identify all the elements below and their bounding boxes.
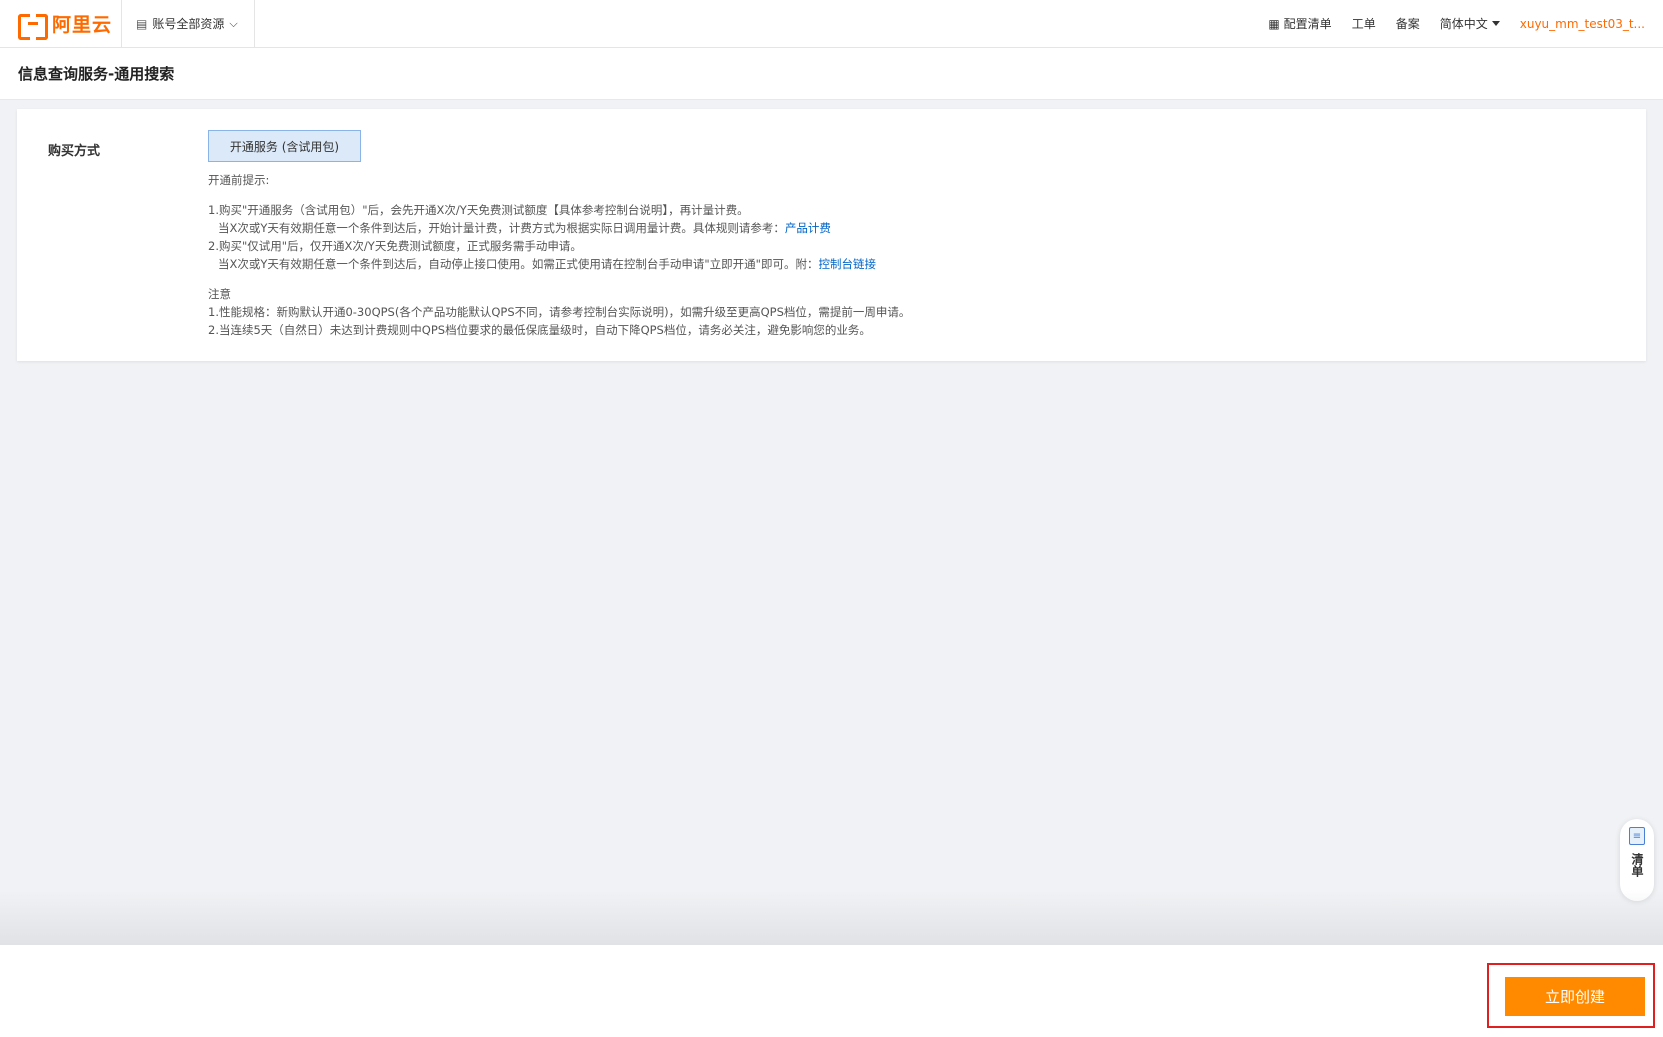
nav-icp-filing[interactable]: 备案	[1396, 15, 1420, 32]
top-right-nav: ▦ 配置清单 工单 备案 简体中文 xuyu_mm_test03_t...	[1248, 0, 1663, 48]
logo-text: 阿里云	[52, 14, 113, 36]
list-doc-icon: ≡	[1629, 827, 1645, 845]
console-link[interactable]: 控制台链接	[818, 257, 876, 271]
nav-icp-filing-label: 备案	[1395, 17, 1420, 31]
attention-heading: 注意	[208, 287, 231, 301]
page-title-bar: 信息查询服务-通用搜索	[0, 48, 1663, 100]
activation-notes: 开通前提示: 1.购买"开通服务（含试用包）"后，会先开通X次/Y天免费测试额度…	[208, 171, 910, 339]
floating-list-widget[interactable]: ≡ 清单	[1620, 819, 1654, 901]
purchase-method-label: 购买方式	[48, 144, 101, 159]
notes-line-4-text: 当X次或Y天有效期任意一个条件到达后，自动停止接口使用。如需正式使用请在控制台手…	[218, 257, 819, 271]
language-selector[interactable]: 简体中文	[1440, 15, 1500, 32]
aliyun-logo[interactable]: 阿里云	[0, 0, 122, 48]
account-scope-selector[interactable]: ▤ 账号全部资源 ⌵	[122, 0, 255, 48]
nav-config-list-label: 配置清单	[1283, 17, 1332, 31]
purchase-option-service-with-trial[interactable]: 开通服务 (含试用包)	[208, 130, 361, 162]
nav-config-list[interactable]: ▦ 配置清单	[1268, 15, 1331, 32]
notes-line-2: 当X次或Y天有效期任意一个条件到达后，开始计量计费，计费方式为根据实际日调用量计…	[208, 219, 910, 237]
chevron-down-icon: ⌵	[229, 16, 238, 30]
server-list-icon: ▤	[136, 16, 148, 31]
purchase-method-card: 购买方式 开通服务 (含试用包) 开通前提示: 1.购买"开通服务（含试用包）"…	[17, 109, 1646, 361]
page-title: 信息查询服务-通用搜索	[18, 65, 175, 83]
nav-ticket-label: 工单	[1351, 17, 1376, 31]
attention-line-1: 1.性能规格：新购默认开通0-30QPS(各个产品功能默认QPS不同，请参考控制…	[208, 305, 911, 319]
nav-ticket[interactable]: 工单	[1352, 15, 1376, 32]
notes-line-4: 当X次或Y天有效期任意一个条件到达后，自动停止接口使用。如需正式使用请在控制台手…	[208, 255, 910, 273]
floating-list-label: 清单	[1630, 853, 1644, 877]
notes-line-2-text: 当X次或Y天有效期任意一个条件到达后，开始计量计费，计费方式为根据实际日调用量计…	[218, 221, 785, 235]
aliyun-logo-icon	[18, 13, 48, 40]
create-now-button[interactable]: 立即创建	[1505, 977, 1645, 1016]
top-navigation-bar: 阿里云 ▤ 账号全部资源 ⌵ ▦ 配置清单 工单 备案 简体中文 xuyu_mm…	[0, 0, 1663, 48]
notes-line-3: 2.购买"仅试用"后，仅开通X次/Y天免费测试额度，正式服务需手动申请。	[208, 239, 582, 253]
notes-line-1: 1.购买"开通服务（含试用包）"后，会先开通X次/Y天免费测试额度【具体参考控制…	[208, 203, 749, 217]
list-doc-icon: ▦	[1268, 16, 1280, 31]
account-scope-label: 账号全部资源	[152, 17, 225, 31]
product-billing-link[interactable]: 产品计费	[785, 221, 831, 235]
attention-line-2: 2.当连续5天（自然日）未达到计费规则中QPS档位要求的最低保底量级时，自动下降…	[208, 323, 871, 337]
bottom-fade	[0, 890, 1663, 945]
bottom-action-bar	[0, 945, 1663, 1037]
language-label: 简体中文	[1439, 17, 1488, 31]
user-account-menu[interactable]: xuyu_mm_test03_t...	[1520, 17, 1645, 31]
caret-down-icon	[1491, 21, 1500, 26]
notes-heading: 开通前提示:	[208, 173, 270, 187]
